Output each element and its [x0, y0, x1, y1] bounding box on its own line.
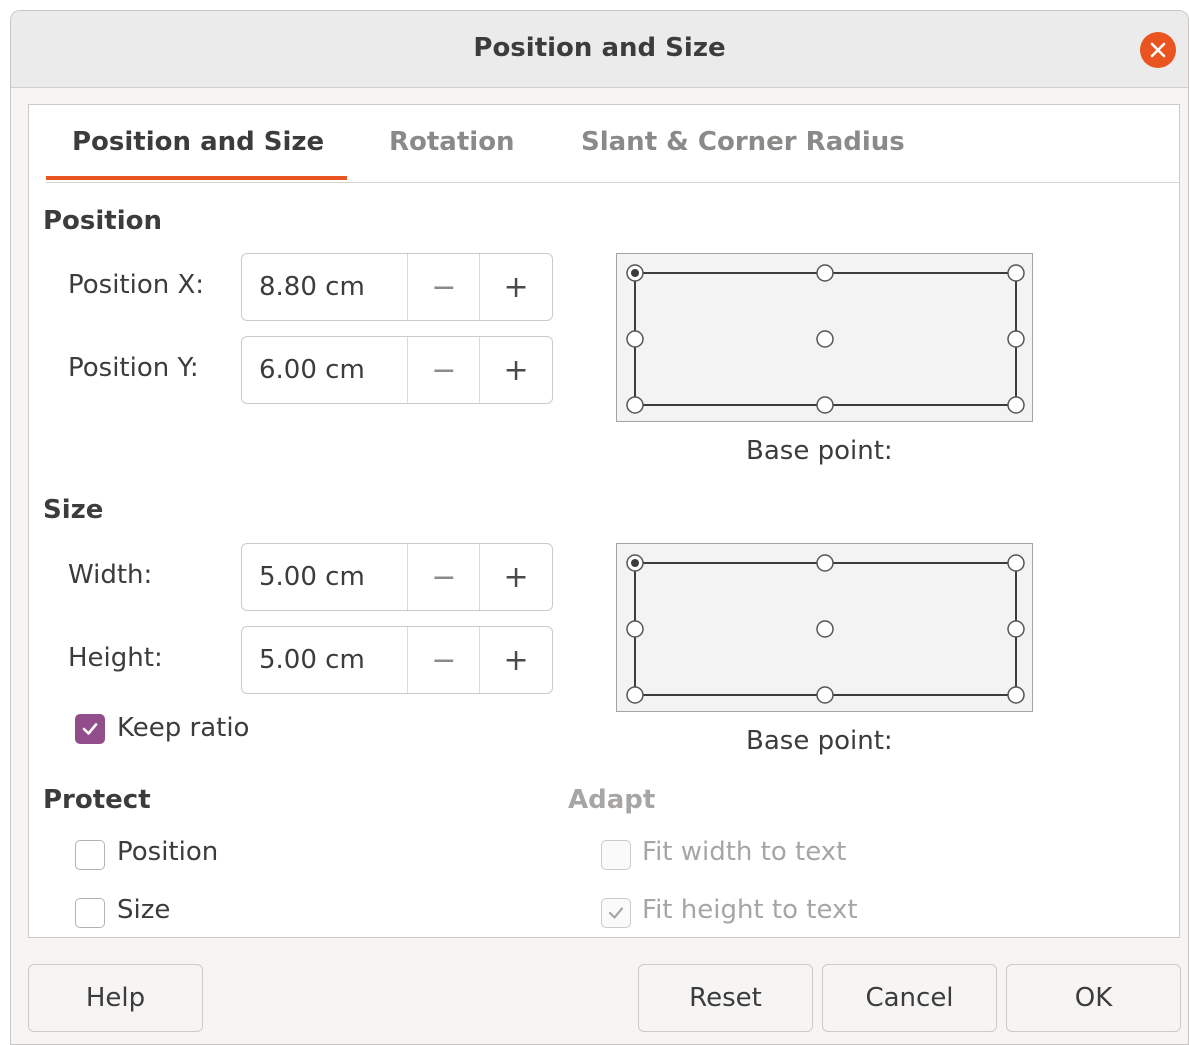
tab-position-and-size[interactable]: Position and Size [72, 127, 324, 157]
size-base-point-label: Base point: [746, 726, 893, 756]
active-tab-indicator [46, 176, 347, 180]
close-icon [1150, 42, 1166, 58]
protect-size-checkbox[interactable] [75, 898, 105, 928]
position-y-label: Position Y: [68, 353, 199, 383]
protect-size-label: Size [117, 895, 171, 925]
base-point-radio-middle-right[interactable] [1007, 620, 1025, 638]
width-increment-button[interactable]: + [480, 544, 552, 610]
base-point-radio-bottom-left[interactable] [626, 686, 644, 704]
position-y-increment-button[interactable]: + [480, 337, 552, 403]
fit-height-to-text-checkbox[interactable] [601, 898, 631, 928]
base-point-radio-middle-left[interactable] [626, 620, 644, 638]
tab-slant-corner-radius[interactable]: Slant & Corner Radius [581, 127, 905, 157]
base-point-radio-center[interactable] [816, 620, 834, 638]
fit-width-to-text-checkbox[interactable] [601, 840, 631, 870]
position-and-size-dialog: Position and Size Position and Size Rota… [10, 10, 1189, 1045]
position-x-spinbox: 8.80 cm − + [241, 253, 553, 321]
position-x-label: Position X: [68, 270, 205, 300]
position-y-decrement-button[interactable]: − [408, 337, 481, 403]
protect-position-label: Position [117, 837, 219, 867]
protect-position-checkbox[interactable] [75, 840, 105, 870]
cancel-button[interactable]: Cancel [822, 964, 997, 1032]
tab-rotation[interactable]: Rotation [389, 127, 515, 157]
base-point-radio-bottom-right[interactable] [1007, 396, 1025, 414]
height-increment-button[interactable]: + [480, 627, 552, 693]
base-point-radio-top-left[interactable] [626, 264, 644, 282]
adapt-heading: Adapt [568, 785, 656, 815]
title-bar: Position and Size [11, 11, 1188, 88]
height-spinbox: 5.00 cm − + [241, 626, 553, 694]
size-base-point-grid [626, 554, 1025, 704]
height-input[interactable]: 5.00 cm [242, 627, 409, 693]
base-point-radio-middle-right[interactable] [1007, 330, 1025, 348]
size-base-point-selector[interactable] [616, 543, 1033, 712]
base-point-radio-middle-left[interactable] [626, 330, 644, 348]
position-base-point-selector[interactable] [616, 253, 1033, 422]
checkmark-icon [608, 907, 624, 919]
size-heading: Size [43, 495, 104, 525]
width-label: Width: [68, 560, 153, 590]
dialog-title: Position and Size [473, 33, 726, 63]
keep-ratio-label: Keep ratio [117, 713, 250, 743]
fit-height-to-text-label: Fit height to text [642, 895, 858, 925]
width-spinbox: 5.00 cm − + [241, 543, 553, 611]
position-heading: Position [43, 206, 163, 236]
base-point-radio-bottom-left[interactable] [626, 396, 644, 414]
position-x-decrement-button[interactable]: − [408, 254, 481, 320]
position-y-spinbox: 6.00 cm − + [241, 336, 553, 404]
width-input[interactable]: 5.00 cm [242, 544, 409, 610]
fit-width-to-text-label: Fit width to text [642, 837, 847, 867]
protect-heading: Protect [43, 785, 151, 815]
ok-button[interactable]: OK [1006, 964, 1181, 1032]
position-x-increment-button[interactable]: + [480, 254, 552, 320]
close-button[interactable] [1140, 32, 1176, 68]
tab-bar: Position and Size Rotation Slant & Corne… [46, 105, 1179, 183]
base-point-radio-bottom-center[interactable] [816, 396, 834, 414]
base-point-radio-top-center[interactable] [816, 554, 834, 572]
checkmark-icon [82, 723, 98, 735]
keep-ratio-checkbox[interactable] [75, 714, 105, 744]
base-point-radio-top-center[interactable] [816, 264, 834, 282]
help-button[interactable]: Help [28, 964, 203, 1032]
base-point-radio-center[interactable] [816, 330, 834, 348]
height-label: Height: [68, 643, 163, 673]
base-point-radio-top-left[interactable] [626, 554, 644, 572]
position-base-point-label: Base point: [746, 436, 893, 466]
position-base-point-grid [626, 264, 1025, 414]
reset-button[interactable]: Reset [638, 964, 813, 1032]
height-decrement-button[interactable]: − [408, 627, 481, 693]
base-point-radio-top-right[interactable] [1007, 554, 1025, 572]
tab-panel: Position and Size Rotation Slant & Corne… [28, 104, 1180, 938]
position-x-input[interactable]: 8.80 cm [242, 254, 409, 320]
width-decrement-button[interactable]: − [408, 544, 481, 610]
base-point-radio-top-right[interactable] [1007, 264, 1025, 282]
base-point-radio-bottom-center[interactable] [816, 686, 834, 704]
base-point-radio-bottom-right[interactable] [1007, 686, 1025, 704]
position-y-input[interactable]: 6.00 cm [242, 337, 409, 403]
